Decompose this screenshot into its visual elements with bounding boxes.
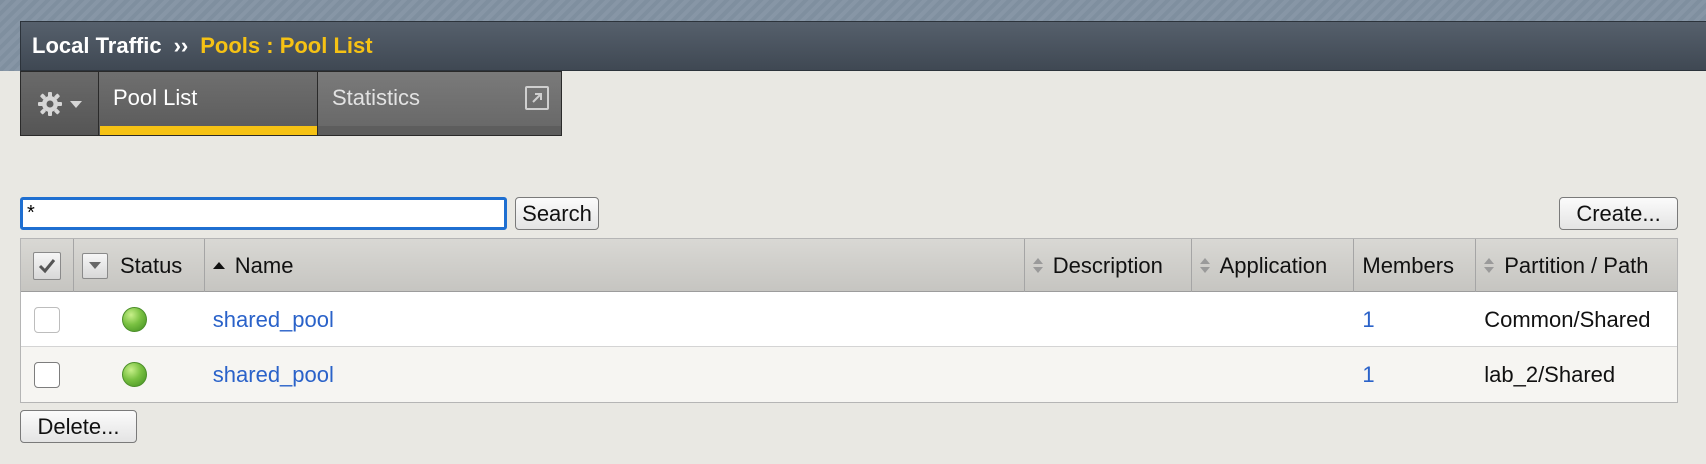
- create-button[interactable]: Create...: [1559, 197, 1678, 230]
- column-label: Partition / Path: [1504, 252, 1649, 278]
- table-row: shared_pool 1 lab_2/Shared: [21, 347, 1677, 402]
- status-cell: [74, 347, 205, 402]
- options-menu-button[interactable]: [21, 72, 99, 135]
- members-link[interactable]: 1: [1362, 362, 1374, 388]
- pool-table: Status Name Description Application Memb…: [20, 238, 1678, 403]
- breadcrumb: Local Traffic ›› Pools : Pool List: [20, 21, 1706, 71]
- partition-cell: Common/Shared: [1484, 306, 1651, 332]
- column-application[interactable]: Application: [1192, 239, 1355, 292]
- column-label: Name: [234, 252, 294, 278]
- description-cell: [1025, 347, 1192, 402]
- tab-bar: Pool List Statistics: [20, 71, 562, 136]
- select-all-checkbox[interactable]: [32, 251, 61, 280]
- column-description[interactable]: Description: [1025, 239, 1192, 292]
- sort-icon: [1199, 258, 1210, 273]
- active-tab-indicator: [100, 126, 317, 135]
- gear-icon: [37, 91, 62, 116]
- application-cell: [1192, 347, 1355, 402]
- column-label: Application: [1219, 252, 1328, 278]
- description-cell: [1025, 292, 1192, 347]
- sort-ascending-icon: [212, 262, 225, 269]
- members-cell: 1: [1354, 292, 1476, 347]
- partition-cell: lab_2/Shared: [1484, 361, 1616, 387]
- column-partition[interactable]: Partition / Path: [1476, 239, 1677, 292]
- tab-indicator: [318, 126, 561, 135]
- row-checkbox[interactable]: [34, 361, 61, 388]
- pool-name-link[interactable]: shared_pool: [213, 307, 334, 333]
- row-checkbox-cell: [21, 347, 74, 402]
- status-cell: [74, 292, 205, 347]
- chevron-down-icon: [69, 100, 82, 108]
- column-label: Description: [1052, 252, 1163, 278]
- members-link[interactable]: 1: [1362, 307, 1374, 333]
- row-checkbox: [34, 306, 61, 333]
- column-status[interactable]: Status: [74, 239, 205, 292]
- members-cell: 1: [1354, 347, 1476, 402]
- tab-label: Pool List: [113, 85, 198, 110]
- sort-icon: [1484, 258, 1495, 273]
- column-members: Members: [1354, 239, 1477, 292]
- table-header: Status Name Description Application Memb…: [21, 239, 1677, 292]
- name-cell: shared_pool: [205, 292, 1025, 347]
- status-available-icon: [121, 362, 147, 387]
- application-cell: [1192, 292, 1355, 347]
- breadcrumb-separator: ››: [173, 33, 189, 58]
- column-name[interactable]: Name: [205, 239, 1025, 292]
- delete-button[interactable]: Delete...: [20, 410, 137, 443]
- breadcrumb-root[interactable]: Local Traffic: [32, 33, 162, 59]
- status-filter-dropdown[interactable]: [81, 252, 108, 279]
- tab-statistics[interactable]: Statistics: [318, 72, 561, 135]
- pool-name-link[interactable]: shared_pool: [213, 362, 334, 388]
- search-button[interactable]: Search: [515, 197, 599, 230]
- name-cell: shared_pool: [205, 347, 1025, 402]
- popout-icon[interactable]: [525, 86, 549, 110]
- breadcrumb-current: Pools : Pool List: [200, 33, 373, 58]
- sort-icon: [1032, 258, 1043, 273]
- column-label: Status: [119, 252, 183, 278]
- table-row: shared_pool 1 Common/Shared: [21, 292, 1677, 347]
- search-input[interactable]: [20, 197, 507, 230]
- check-icon: [38, 258, 56, 273]
- chevron-down-icon: [88, 262, 101, 269]
- tab-pool-list[interactable]: Pool List: [99, 72, 318, 135]
- column-label: Members: [1362, 252, 1455, 278]
- select-all-header: [21, 239, 74, 292]
- row-checkbox-cell: [21, 292, 74, 347]
- status-available-icon: [121, 307, 147, 332]
